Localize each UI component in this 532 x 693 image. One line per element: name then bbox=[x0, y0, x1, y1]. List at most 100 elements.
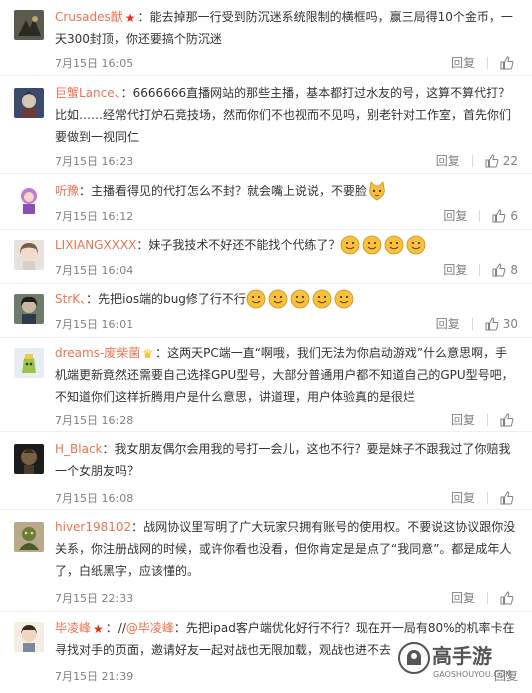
comment-item: hiver198102：战网协议里写明了广大玩家只拥有账号的使用权。不要说这协议… bbox=[0, 510, 532, 612]
smile-emoji-icon bbox=[362, 235, 382, 255]
comment-actions: 回复 22 bbox=[436, 152, 518, 169]
comment-text: dreams-废柴菌 ♛ ：这两天PC端一直“啊哦，我们无法为你启动游戏”什么意思啊… bbox=[55, 342, 518, 408]
reply-button[interactable]: 回复 bbox=[443, 261, 467, 278]
gold-medal-icon: ♛ bbox=[142, 347, 154, 361]
comment-item: dreams-废柴菌 ♛ ：这两天PC端一直“啊哦，我们无法为你启动游戏”什么意思啊… bbox=[0, 338, 532, 432]
username-link[interactable]: 巨蟹Lance、 bbox=[55, 86, 121, 100]
username-link[interactable]: dreams-废柴菌 bbox=[55, 346, 140, 360]
thumbs-up-icon bbox=[500, 55, 514, 69]
action-divider bbox=[479, 209, 481, 222]
username-link[interactable]: 听豫 bbox=[55, 184, 79, 198]
watermark-brand: 高手游 bbox=[432, 644, 492, 668]
like-button[interactable]: 6 bbox=[492, 209, 518, 223]
colon-separator: ： bbox=[131, 520, 144, 534]
smile-emoji-icon bbox=[334, 289, 354, 309]
like-count: 22 bbox=[502, 153, 518, 168]
comment-body: 先把ios端的bug修了行不行 bbox=[98, 292, 246, 306]
comment-body: 能去掉那一行受到防沉迷系统限制的横框吗，赢三局得10个金币，一天300封顶，你还… bbox=[55, 10, 513, 46]
reply-button[interactable]: 回复 bbox=[451, 411, 475, 428]
like-button[interactable]: 30 bbox=[485, 317, 518, 331]
action-divider bbox=[487, 591, 488, 604]
mention-prefix: // bbox=[117, 621, 126, 635]
like-button[interactable]: 22 bbox=[485, 154, 518, 168]
avatar[interactable] bbox=[14, 184, 44, 214]
avatar[interactable] bbox=[14, 444, 44, 474]
thumbs-up-icon bbox=[485, 316, 499, 330]
emoji-row bbox=[340, 235, 428, 262]
reply-button[interactable]: 回复 bbox=[451, 589, 475, 606]
comment-actions: 回复 6 bbox=[443, 207, 518, 224]
thumbs-up-icon bbox=[500, 490, 514, 504]
thumbs-up-icon bbox=[492, 262, 506, 276]
reply-button[interactable]: 回复 bbox=[451, 489, 475, 506]
comment-actions: 回复 30 bbox=[436, 315, 518, 332]
reply-button[interactable]: 回复 bbox=[436, 152, 460, 169]
gaoshouyou-watermark-logo: 高手游 GAOSHOUYOU.COM bbox=[394, 630, 526, 690]
like-count: 8 bbox=[510, 262, 518, 277]
comment-actions: 回复 bbox=[451, 489, 518, 506]
comment-date: 7月15日 16:08 bbox=[55, 492, 134, 505]
colon-separator: ： bbox=[120, 86, 133, 100]
colon-separator: ： bbox=[105, 621, 118, 635]
comment-date: 7月15日 21:39 bbox=[55, 670, 134, 683]
comment-body: 妹子我技术不好还不能找个代练了？ bbox=[148, 238, 341, 252]
comment-text: Crusades猷 ★ ：能去掉那一行受到防沉迷系统限制的横框吗，赢三局得10个金币… bbox=[55, 6, 518, 50]
action-divider bbox=[487, 491, 488, 504]
comment-date: 7月15日 22:33 bbox=[55, 592, 134, 605]
reply-button[interactable]: 回复 bbox=[443, 207, 467, 224]
comment-item: Crusades猷 ★ ：能去掉那一行受到防沉迷系统限制的横框吗，赢三局得10个金币… bbox=[0, 0, 532, 76]
thumbs-up-icon bbox=[485, 153, 499, 167]
colon-separator: ： bbox=[79, 184, 92, 198]
like-button[interactable] bbox=[500, 590, 518, 605]
username-link[interactable]: 毕凌峰 bbox=[55, 621, 91, 635]
reply-button[interactable]: 回复 bbox=[436, 315, 460, 332]
like-button[interactable] bbox=[500, 490, 518, 505]
thumbs-up-icon bbox=[500, 412, 514, 426]
like-button[interactable] bbox=[500, 55, 518, 70]
username-link[interactable]: hiver198102 bbox=[55, 520, 131, 534]
avatar[interactable] bbox=[14, 88, 44, 118]
colon-separator: ： bbox=[155, 346, 168, 360]
colon-separator: ： bbox=[86, 292, 99, 306]
comment-actions: 回复 bbox=[451, 54, 518, 71]
mention-link[interactable]: @毕凌峰 bbox=[126, 621, 174, 635]
avatar[interactable] bbox=[14, 622, 44, 652]
avatar[interactable] bbox=[14, 522, 44, 552]
comment-date: 7月15日 16:01 bbox=[55, 318, 134, 331]
thumbs-up-icon bbox=[500, 590, 514, 604]
comment-actions: 回复 8 bbox=[443, 261, 518, 278]
username-link[interactable]: H_Black bbox=[55, 442, 103, 456]
red-star-icon: ★ bbox=[124, 11, 136, 25]
smile-emoji-icon bbox=[268, 289, 288, 309]
smile-emoji-icon bbox=[246, 289, 266, 309]
username-link[interactable]: LIXIANGXXXX bbox=[55, 238, 136, 252]
like-button[interactable]: 8 bbox=[492, 263, 518, 277]
avatar[interactable] bbox=[14, 240, 44, 270]
like-button[interactable] bbox=[500, 412, 518, 427]
avatar[interactable] bbox=[14, 348, 44, 378]
comment-text: 听豫：主播看得见的代打怎么不封？就会嘴上说说，不要脸 bbox=[55, 180, 518, 208]
reply-button[interactable]: 回复 bbox=[451, 54, 475, 71]
comment-body: 我女朋友偶尔会用我的号打一会儿，这也不行？要是妹子不跟我过了你赔我一个女朋友吗？ bbox=[55, 442, 511, 478]
action-divider bbox=[471, 317, 473, 330]
comment-item: LIXIANGXXXX：妹子我技术不好还不能找个代练了？ 7月15日 16:04… bbox=[0, 230, 532, 284]
comment-actions: 回复 bbox=[451, 589, 518, 606]
avatar[interactable] bbox=[14, 294, 44, 324]
comment-date: 7月15日 16:23 bbox=[55, 155, 134, 168]
username-link[interactable]: Crusades猷 bbox=[55, 10, 123, 24]
comment-item: H_Black：我女朋友偶尔会用我的号打一会儿，这也不行？要是妹子不跟我过了你赔… bbox=[0, 432, 532, 510]
like-count: 30 bbox=[502, 316, 518, 331]
red-star-icon: ★ bbox=[93, 622, 104, 636]
comment-text: H_Black：我女朋友偶尔会用我的号打一会儿，这也不行？要是妹子不跟我过了你赔… bbox=[55, 438, 518, 482]
comment-date: 7月15日 16:04 bbox=[55, 264, 134, 277]
username-link[interactable]: StrK、 bbox=[55, 292, 86, 306]
comment-feed: Crusades猷 ★ ：能去掉那一行受到防沉迷系统限制的横框吗，赢三局得10个金币… bbox=[0, 0, 532, 693]
comment-text: StrK、：先把ios端的bug修了行不行 bbox=[55, 288, 518, 316]
colon-separator: ： bbox=[136, 238, 149, 252]
comment-text: LIXIANGXXXX：妹子我技术不好还不能找个代练了？ bbox=[55, 234, 518, 262]
smile-emoji-icon bbox=[290, 289, 310, 309]
smile-emoji-icon bbox=[384, 235, 404, 255]
colon-separator: ： bbox=[137, 10, 150, 24]
avatar[interactable] bbox=[14, 10, 44, 40]
emoji-row bbox=[246, 289, 356, 316]
